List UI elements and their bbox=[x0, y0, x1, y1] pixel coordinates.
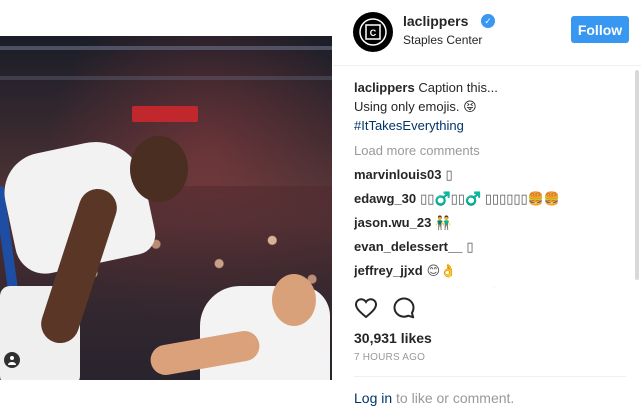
location-link[interactable]: Staples Center bbox=[403, 33, 482, 47]
comments-list[interactable]: laclippers Caption this... Using only em… bbox=[354, 78, 626, 288]
post-header: C laclippers ✓ Staples Center Follow bbox=[333, 0, 641, 66]
comment-item: jason.wu_23 👬 bbox=[354, 213, 626, 232]
comment-text: ▯▯♂️▯▯♂️ ▯▯▯▯▯▯🍔🍔 bbox=[420, 191, 561, 206]
comment-username[interactable]: edawg_30 bbox=[354, 191, 416, 206]
verified-badge-icon: ✓ bbox=[481, 14, 495, 28]
follow-button[interactable]: Follow bbox=[571, 16, 629, 43]
caption-text-line2: Using only emojis. 😝 bbox=[354, 99, 477, 114]
heart-icon bbox=[354, 298, 378, 323]
post-timestamp[interactable]: 7 HOURS AGO bbox=[354, 352, 425, 363]
comment-bubble-icon bbox=[392, 297, 416, 323]
comment-text: 😊👌 bbox=[426, 263, 457, 278]
arena-rafter bbox=[0, 46, 332, 50]
likes-count[interactable]: 30,931 likes bbox=[354, 330, 432, 346]
scrollbar-thumb[interactable] bbox=[635, 70, 639, 280]
like-button[interactable] bbox=[353, 296, 379, 322]
post-caption: laclippers Caption this... Using only em… bbox=[354, 78, 626, 135]
sitting-player-head bbox=[272, 274, 316, 326]
svg-text:C: C bbox=[370, 28, 377, 38]
caption-text-line1: Caption this... bbox=[418, 80, 498, 95]
comment-text: 💪🏻😄▯💪🏻😄 bbox=[449, 287, 516, 288]
account-username[interactable]: laclippers bbox=[403, 13, 468, 29]
post-actions bbox=[353, 296, 453, 322]
comment-item: ethnansiahaan 💪🏻😄▯💪🏻😄 bbox=[354, 285, 626, 288]
comment-username[interactable]: jason.wu_23 bbox=[354, 215, 431, 230]
caption-hashtag[interactable]: #ItTakesEverything bbox=[354, 118, 464, 133]
comment-button[interactable] bbox=[391, 296, 417, 322]
comment-text: 👬 bbox=[435, 215, 452, 230]
user-tag-icon[interactable] bbox=[4, 352, 20, 368]
comment-username[interactable]: jeffrey_jjxd bbox=[354, 263, 423, 278]
comment-username[interactable]: marvinlouis03 bbox=[354, 167, 441, 182]
comment-text: ▯ bbox=[466, 239, 474, 254]
comment-item: jeffrey_jjxd 😊👌 bbox=[354, 261, 626, 280]
load-more-comments-link[interactable]: Load more comments bbox=[354, 141, 626, 160]
arena-rafter bbox=[0, 76, 332, 80]
login-link[interactable]: Log in bbox=[354, 390, 392, 406]
caption-username[interactable]: laclippers bbox=[354, 80, 415, 95]
arena-sign bbox=[132, 106, 198, 122]
post-media-area bbox=[0, 0, 332, 418]
login-prompt: Log in to like or comment. bbox=[354, 390, 514, 406]
comment-item: evan_delessert__ ▯ bbox=[354, 237, 626, 256]
post-photo[interactable] bbox=[0, 36, 332, 380]
post-sidebar: C laclippers ✓ Staples Center Follow lac… bbox=[333, 0, 641, 418]
comments-scrollbar[interactable] bbox=[634, 68, 641, 288]
clippers-logo-icon[interactable]: C bbox=[353, 12, 393, 52]
comment-item: marvinlouis03 ▯ bbox=[354, 165, 626, 184]
comment-item: edawg_30 ▯▯♂️▯▯♂️ ▯▯▯▯▯▯🍔🍔 bbox=[354, 189, 626, 208]
comment-username[interactable]: evan_delessert__ bbox=[354, 239, 462, 254]
standing-player-head bbox=[130, 136, 188, 202]
comment-username[interactable]: ethnansiahaan bbox=[354, 287, 445, 288]
login-prompt-text: to like or comment. bbox=[392, 390, 515, 406]
divider bbox=[354, 376, 626, 377]
comment-text: ▯ bbox=[445, 167, 453, 182]
